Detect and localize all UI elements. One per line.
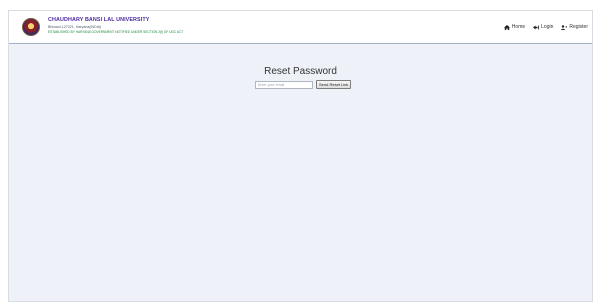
top-nav: Home Login Register	[503, 24, 588, 30]
brand: CHAUDHARY BANSI LAL UNIVERSITY Bhiwani-1…	[48, 17, 183, 35]
send-reset-link-button[interactable]: Send Reset Link	[316, 80, 352, 89]
page-title: Reset Password	[264, 66, 337, 77]
brand-tagline: ESTABLISHED BY HARYANA GOVERNMENT NOTIFI…	[48, 30, 184, 34]
page-frame: CHAUDHARY BANSI LAL UNIVERSITY Bhiwani-1…	[8, 10, 593, 302]
login-icon	[533, 25, 539, 30]
user-plus-icon	[561, 24, 568, 30]
nav-home-link[interactable]: Home	[503, 24, 526, 30]
reset-password-form: Send Reset Link	[255, 80, 352, 89]
nav-home-label: Home	[511, 24, 526, 30]
university-logo-icon[interactable]	[22, 18, 40, 36]
site-header: CHAUDHARY BANSI LAL UNIVERSITY Bhiwani-1…	[9, 11, 592, 44]
nav-login-label: Login	[541, 24, 554, 30]
nav-register-link[interactable]: Register	[561, 24, 588, 30]
email-input[interactable]	[255, 80, 313, 89]
home-icon	[503, 24, 510, 30]
nav-register-label: Register	[569, 24, 588, 30]
nav-login-link[interactable]: Login	[533, 24, 553, 30]
brand-name: CHAUDHARY BANSI LAL UNIVERSITY	[48, 17, 150, 23]
